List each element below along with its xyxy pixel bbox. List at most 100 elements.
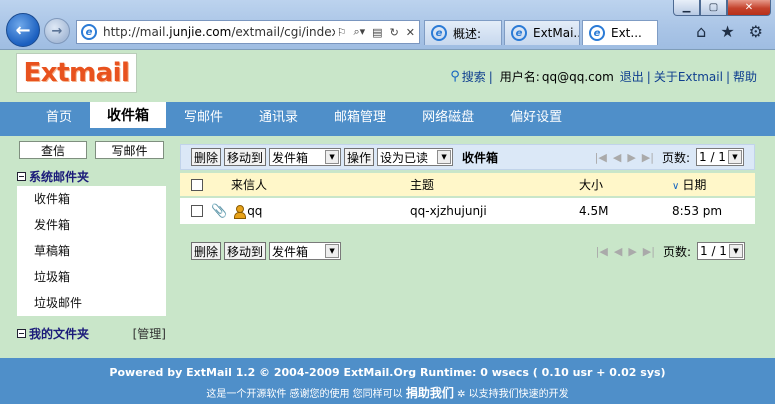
header-date-label: 日期	[682, 178, 707, 192]
list-header: 来信人 主题 大小 ∨ 日期	[180, 173, 755, 196]
move-target-value: 发件箱	[272, 150, 309, 165]
header-from[interactable]: 来信人	[205, 176, 410, 193]
move-target-select[interactable]: 发件箱 ▼	[269, 148, 342, 166]
mark-as-select[interactable]: 设为已读 ▼	[377, 148, 454, 166]
nav-underline	[0, 128, 775, 136]
my-folders-title: 我的文件夹	[29, 327, 90, 341]
footer-line2: 这是一个开源软件 感谢您的使用 您同样可以 捐助我们 ✲ 以支持我们快速的开发	[0, 379, 775, 401]
nav-compose[interactable]: 写邮件	[166, 102, 241, 128]
compat-view-icon[interactable]: ▤	[372, 26, 382, 39]
next-page-icon[interactable]: ▶	[628, 245, 636, 258]
address-bar[interactable]: e http://mail.junjie.com/extmail/cgi/ind…	[76, 20, 420, 44]
nav-contacts[interactable]: 通讯录	[241, 102, 316, 128]
attachment-icon: 📎	[211, 203, 228, 219]
address-url[interactable]: http://mail.junjie.com/extmail/cgi/index	[103, 25, 335, 39]
browser-tab-2[interactable]: e ExtMai...	[504, 20, 580, 45]
search-icon[interactable]: ⚲	[450, 69, 460, 84]
search-dropdown-icon[interactable]: ⌕▾	[353, 25, 365, 39]
folder-sent[interactable]: 发件箱	[17, 212, 166, 238]
stop-icon[interactable]: ✕	[406, 26, 415, 39]
about-link[interactable]: 关于Extmail	[654, 68, 723, 85]
dropdown-arrow-icon[interactable]: ▼	[729, 244, 743, 258]
manage-folders-link[interactable]: [管理]	[133, 325, 166, 342]
refresh-icon[interactable]: ↻	[390, 26, 399, 39]
mail-header: Extmail ⚲ 搜索 | 用户名: qq@qq.com 退出 | 关于Ext…	[0, 50, 775, 98]
forward-icon[interactable]: →	[44, 18, 70, 44]
prev-page-icon[interactable]: ◀	[614, 245, 622, 258]
maximize-icon[interactable]: ▢	[700, 0, 727, 16]
footer: Powered by ExtMail 1.2 © 2004-2009 ExtMa…	[0, 358, 775, 404]
dropdown-arrow-icon[interactable]: ▼	[325, 244, 340, 258]
favorites-icon[interactable]: ★	[720, 22, 734, 41]
bottom-toolbar: 删除 移动到 发件箱 ▼ |◀ ◀ ▶ ▶| 页数: 1 / 1 ▼	[180, 238, 755, 264]
page-select[interactable]: 1 / 1 ▼	[697, 242, 745, 260]
home-icon[interactable]: ⌂	[696, 22, 706, 41]
folder-spam[interactable]: 垃圾邮件	[17, 290, 166, 316]
collapse-icon[interactable]	[17, 172, 26, 181]
donate-link[interactable]: 捐助我们	[406, 386, 454, 400]
page-select[interactable]: 1 / 1 ▼	[696, 148, 744, 166]
move-to-button[interactable]: 移动到	[224, 148, 267, 166]
back-icon[interactable]: ←	[6, 13, 40, 47]
dropdown-arrow-icon[interactable]: ▼	[437, 150, 452, 164]
folder-inbox[interactable]: 收件箱	[17, 186, 166, 212]
row-from-text: qq	[247, 204, 263, 218]
action-button[interactable]: 操作	[344, 148, 375, 166]
dropdown-arrow-icon[interactable]: ▼	[325, 150, 340, 164]
my-folders-header[interactable]: 我的文件夹	[17, 325, 89, 342]
delete-button[interactable]: 删除	[191, 148, 222, 166]
move-to-button[interactable]: 移动到	[224, 242, 267, 260]
separator: |	[646, 69, 651, 84]
sparkle-icon: ✲	[457, 389, 466, 400]
search-link[interactable]: 搜索	[462, 68, 486, 85]
header-date[interactable]: ∨ 日期	[672, 176, 755, 193]
nav-home[interactable]: 首页	[28, 102, 90, 128]
footer-thanks: 这是一个开源软件 感谢您的使用 您同样可以	[206, 389, 403, 400]
check-mail-button[interactable]: 查信	[19, 141, 87, 159]
folder-drafts[interactable]: 草稿箱	[17, 238, 166, 264]
pager: |◀ ◀ ▶ ▶| 页数: 1 / 1 ▼	[595, 148, 754, 166]
browser-tab-3-active[interactable]: e Ext... ✕	[582, 20, 658, 45]
close-icon[interactable]: ✕	[727, 0, 771, 16]
url-prefix: http://mail.	[103, 25, 170, 39]
close-tab-icon[interactable]: ✕	[656, 27, 657, 40]
help-link[interactable]: 帮助	[733, 68, 757, 85]
minimize-icon[interactable]: ▁	[673, 0, 700, 16]
next-page-icon[interactable]: ▶	[627, 151, 635, 164]
folder-trash[interactable]: 垃圾箱	[17, 264, 166, 290]
first-page-icon[interactable]: |◀	[596, 245, 608, 258]
delete-button[interactable]: 删除	[191, 242, 222, 260]
last-page-icon[interactable]: ▶|	[642, 151, 654, 164]
move-target-value: 发件箱	[272, 244, 309, 259]
collapse-icon[interactable]	[17, 329, 26, 338]
top-toolbar: 删除 移动到 发件箱 ▼ 操作 设为已读 ▼ 收件箱 |◀ ◀ ▶ ▶| 页数:…	[180, 144, 755, 170]
move-target-select[interactable]: 发件箱 ▼	[269, 242, 342, 260]
compat-icon[interactable]: ⚐	[337, 26, 347, 39]
nav-preferences[interactable]: 偏好设置	[492, 102, 580, 128]
nav-inbox[interactable]: 收件箱	[90, 102, 167, 128]
tab-label: Ext...	[611, 26, 642, 40]
nav-mailbox-manage[interactable]: 邮箱管理	[316, 102, 404, 128]
header-subject[interactable]: 主题	[410, 176, 579, 193]
header-size[interactable]: 大小	[579, 176, 672, 193]
table-row[interactable]: 📎 qq qq-xjzhujunji 4.5M 8:53 pm	[180, 198, 755, 224]
separator: |	[725, 69, 730, 84]
row-subject[interactable]: qq-xjzhujunji	[410, 204, 579, 218]
page-value: 1 / 1	[700, 244, 727, 258]
logout-link[interactable]: 退出	[620, 68, 644, 85]
first-page-icon[interactable]: |◀	[595, 151, 607, 164]
ie-icon: e	[511, 25, 527, 41]
url-suffix: /extmail/cgi/index	[231, 25, 335, 39]
compose-button[interactable]: 写邮件	[95, 141, 164, 159]
url-host: junjie.com	[169, 25, 232, 39]
system-folders-header[interactable]: 系统邮件夹	[17, 168, 89, 185]
select-all-checkbox[interactable]	[191, 178, 203, 191]
row-from[interactable]: 📎 qq	[205, 204, 410, 219]
last-page-icon[interactable]: ▶|	[643, 245, 655, 258]
browser-tab-1[interactable]: e 概述:	[424, 20, 502, 45]
dropdown-arrow-icon[interactable]: ▼	[728, 150, 742, 164]
row-checkbox[interactable]	[191, 205, 203, 217]
gear-icon[interactable]: ⚙	[749, 22, 763, 41]
nav-netdisk[interactable]: 网络磁盘	[404, 102, 492, 128]
prev-page-icon[interactable]: ◀	[613, 151, 621, 164]
